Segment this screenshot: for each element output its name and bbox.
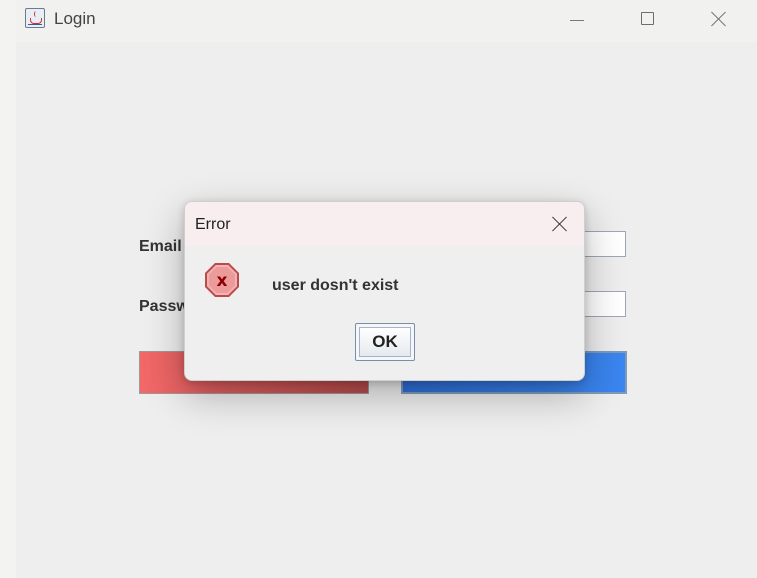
svg-text:x: x [217,271,228,291]
dialog-titlebar[interactable] [185,202,584,246]
error-x-icon: x [205,263,239,297]
error-dialog: Error x user dosn't exist OK [184,201,585,381]
ok-button[interactable]: OK [355,323,415,361]
error-message: user dosn't exist [272,277,399,294]
close-window-button[interactable] [704,6,734,32]
ok-button-label: OK [359,327,411,357]
email-label: Email [139,238,182,255]
window-title: Login [54,9,96,28]
dialog-close-button[interactable] [547,212,573,238]
minimize-button[interactable] [562,6,592,32]
maximize-button[interactable] [632,6,662,32]
java-app-icon [25,8,45,28]
dialog-title: Error [195,216,231,233]
